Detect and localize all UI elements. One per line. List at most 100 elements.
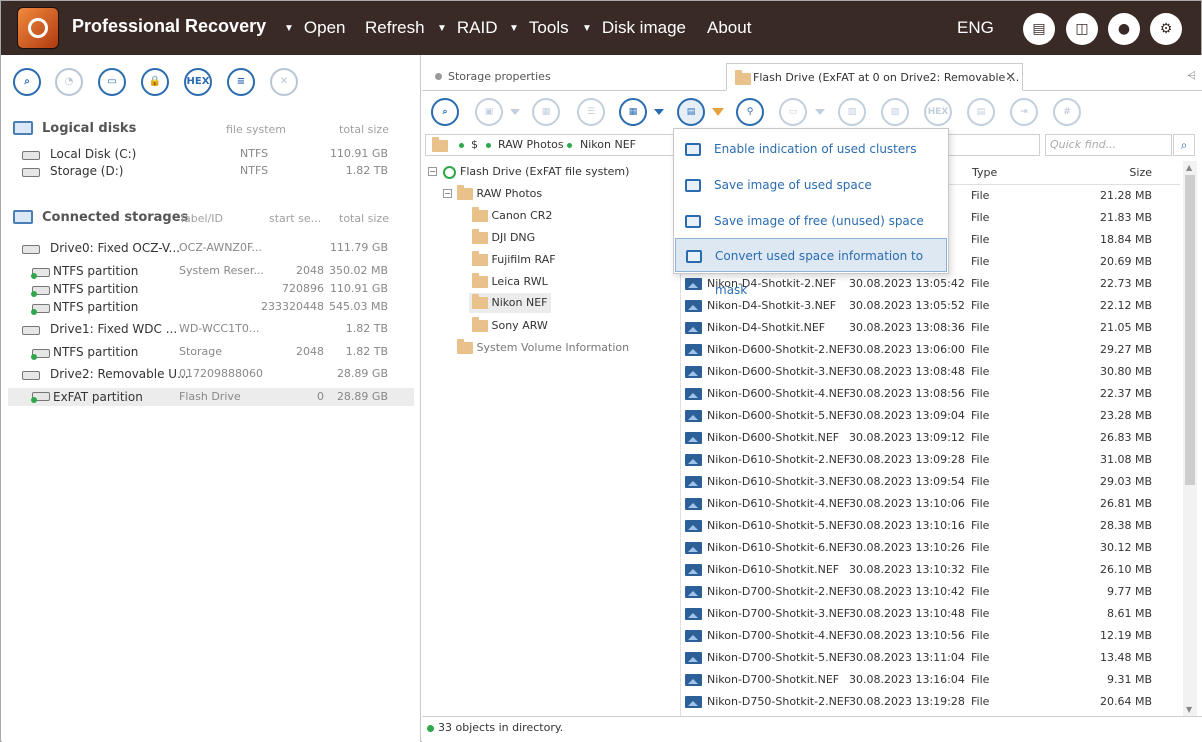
menu-tools[interactable]: ▼ Tools (509, 18, 569, 38)
collapse-icon[interactable]: − (443, 189, 452, 198)
used-space-icon[interactable]: ▤ (677, 98, 705, 126)
table-row[interactable]: Nikon-D4-Shotkit-3.NEF 30.08.2023 13:05:5… (680, 295, 1180, 317)
binoculars-icon[interactable]: ⚲ (736, 98, 764, 126)
storage-row[interactable]: NTFS partition Storage 2048 1.82 TB (8, 345, 414, 363)
storage-row[interactable]: NTFS partition System Reser... 2048 350.… (8, 264, 414, 282)
file-date: 30.08.2023 13:05:42 (849, 277, 965, 290)
tab-list-icon[interactable]: ⩤ (1187, 69, 1196, 83)
table-row[interactable]: Nikon-D600-Shotkit.NEF 30.08.2023 13:09:1… (680, 427, 1180, 449)
hex-viewer-button[interactable]: HEX (184, 68, 212, 96)
table-row[interactable]: Nikon-D600-Shotkit-2.NEF 30.08.2023 13:06… (680, 339, 1180, 361)
table-row[interactable]: Nikon-D610-Shotkit-3.NEF 30.08.2023 13:09… (680, 471, 1180, 493)
menu-save-used-space[interactable]: Save image of used space (675, 168, 947, 202)
tree-folder[interactable]: Leica RWL (472, 272, 548, 292)
lock-icon[interactable]: 🔒 (141, 68, 169, 96)
table-row[interactable]: Nikon-D600-Shotkit-5.NEF 30.08.2023 13:09… (680, 405, 1180, 427)
storage-row[interactable]: NTFS partition 233320448 545.03 MB (8, 300, 414, 318)
language-selector[interactable]: ENG (957, 18, 994, 38)
tab-storage-properties[interactable]: Storage properties (422, 63, 722, 91)
image-file-icon (685, 586, 702, 598)
menu-refresh[interactable]: Refresh (365, 18, 425, 38)
table-row[interactable]: Nikon-D610-Shotkit.NEF 30.08.2023 13:10:3… (680, 559, 1180, 581)
table-row[interactable]: Nikon-D700-Shotkit.NEF 30.08.2023 13:16:0… (680, 669, 1180, 691)
menu-disk-image[interactable]: ▼ Disk image (582, 18, 686, 38)
logical-disks-heading: Logical disks (42, 121, 137, 136)
menu-about[interactable]: About (707, 18, 751, 38)
menu-open[interactable]: ▼ Open (284, 18, 346, 38)
table-row[interactable]: Nikon-D600-Shotkit-4.NEF 30.08.2023 13:08… (680, 383, 1180, 405)
search-icon[interactable]: ⌕ (431, 98, 459, 126)
settings-gear-icon[interactable]: ⚙ (1150, 13, 1182, 45)
path-root[interactable]: $ (471, 135, 478, 155)
storage-list-icon[interactable]: ▤ (1023, 13, 1055, 45)
list-icon[interactable]: ≡ (227, 68, 255, 96)
table-row[interactable]: Nikon-D4-Shotkit.NEF 30.08.2023 13:08:36 F… (680, 317, 1180, 339)
disk-image-icon (685, 215, 701, 228)
file-date: 30.08.2023 13:08:56 (849, 387, 965, 400)
tab-flash-drive[interactable]: Flash Drive (ExFAT at 0 on Drive2: Remov… (726, 63, 1023, 91)
path-raw-photos[interactable]: RAW Photos (498, 135, 564, 155)
menu-raid[interactable]: ▼ RAID (437, 18, 498, 38)
file-date: 30.08.2023 13:08:36 (849, 321, 965, 334)
table-row[interactable]: Nikon-D610-Shotkit-5.NEF 30.08.2023 13:10… (680, 515, 1180, 537)
search-icon[interactable]: ⌕ (13, 68, 41, 96)
view-dropdown-icon[interactable] (654, 109, 664, 115)
scroll-up-icon[interactable]: ▲ (1186, 163, 1192, 172)
file-info-icon: ▧ (838, 98, 866, 126)
scan-status-icon (443, 165, 456, 179)
tree-folder-selected[interactable]: Nikon NEF (469, 293, 552, 313)
tree-folder[interactable]: DJI DNG (472, 228, 535, 248)
table-row[interactable]: Nikon-D700-Shotkit-2.NEF 30.08.2023 13:10… (680, 581, 1180, 603)
menu-convert-to-mask[interactable]: Convert used space information to mask (675, 238, 947, 297)
storage-row[interactable]: Drive1: Fixed WDC ... WD-WCC1T0... 1.82 … (8, 322, 414, 340)
hex-icon: HEX (924, 98, 952, 126)
storage-row[interactable]: Drive0: Fixed OCZ-V... OCZ-AWNZ0F... 111… (8, 241, 414, 259)
collapse-icon[interactable]: − (428, 167, 437, 176)
tree-folder[interactable]: Canon CR2 (472, 206, 552, 226)
table-row[interactable]: Nikon-D700-Shotkit-4.NEF 30.08.2023 13:10… (680, 625, 1180, 647)
path-nikon-nef[interactable]: Nikon NEF (580, 135, 636, 155)
table-row[interactable]: Nikon-D610-Shotkit-2.NEF 30.08.2023 13:09… (680, 449, 1180, 471)
menu-enable-used-clusters[interactable]: Enable indication of used clusters (675, 132, 947, 166)
file-list-scrollbar[interactable]: ▲ ▼ (1183, 161, 1197, 716)
view-mode-icon[interactable]: ▦ (619, 98, 647, 126)
table-row[interactable]: Nikon-D700-Shotkit-5.NEF 30.08.2023 13:11… (680, 647, 1180, 669)
menu-save-free-space[interactable]: Save image of free (unused) space (675, 204, 947, 238)
tree-folder[interactable]: Sony ARW (472, 316, 548, 336)
quick-find-search-icon[interactable]: ⌕ (1173, 134, 1195, 156)
table-row[interactable]: Nikon-D600-Shotkit-3.NEF 30.08.2023 13:08… (680, 361, 1180, 383)
table-row[interactable]: Nikon-D610-Shotkit-6.NEF 30.08.2023 13:10… (680, 537, 1180, 559)
user-icon[interactable]: ● (1108, 13, 1140, 45)
storage-row[interactable]: Drive2: Removable U... 017209888060 28.8… (8, 367, 414, 385)
scroll-thumb[interactable] (1185, 175, 1195, 485)
tree-raw-photos[interactable]: RAW Photos (457, 184, 542, 204)
panels-icon[interactable]: ◫ (1066, 13, 1098, 45)
image-file-icon (685, 278, 702, 290)
tree-root[interactable]: Flash Drive (ExFAT file system) (443, 162, 629, 182)
table-row[interactable]: Nikon-D4-Shotkit-2.NEF 30.08.2023 13:05:4… (680, 273, 1180, 295)
tree-system-volume[interactable]: System Volume Information (457, 338, 629, 358)
file-type: File (971, 585, 990, 598)
table-row[interactable]: Nikon-D700-Shotkit-3.NEF 30.08.2023 13:10… (680, 603, 1180, 625)
logical-disk-row[interactable]: Storage (D:) NTFS 1.82 TB (8, 164, 414, 182)
scroll-down-icon[interactable]: ▼ (1186, 705, 1192, 714)
storage-row-selected[interactable]: ExFAT partition Flash Drive 0 28.89 GB (8, 388, 414, 406)
logical-disk-row[interactable]: Local Disk (C:) NTFS 110.91 GB (8, 147, 414, 165)
open-image-icon[interactable]: ▭ (98, 68, 126, 96)
file-name: Nikon-D700-Shotkit-2.NEF (707, 585, 851, 598)
image-file-icon (685, 608, 702, 620)
table-row[interactable]: Nikon-D610-Shotkit-4.NEF 30.08.2023 13:10… (680, 493, 1180, 515)
file-size: 31.08 MB (1099, 453, 1152, 466)
col-start-sector: start se... (269, 212, 322, 225)
used-space-dropdown-icon[interactable] (712, 108, 724, 116)
table-row[interactable]: Nikon-D750-Shotkit-2.NEF 30.08.2023 13:19… (680, 691, 1180, 713)
tree-folder[interactable]: Fujifilm RAF (472, 250, 556, 270)
col-size[interactable]: Size (1129, 166, 1152, 179)
col-file-system: file system (226, 123, 287, 136)
close-tab-icon[interactable]: ✕ (1005, 64, 1016, 92)
image-file-icon (685, 652, 702, 664)
chart-icon: ◔ (55, 68, 83, 96)
storage-row[interactable]: NTFS partition 720896 110.91 GB (8, 282, 414, 300)
col-type[interactable]: Type (972, 166, 997, 179)
quick-find-input[interactable]: Quick find... (1045, 134, 1172, 156)
